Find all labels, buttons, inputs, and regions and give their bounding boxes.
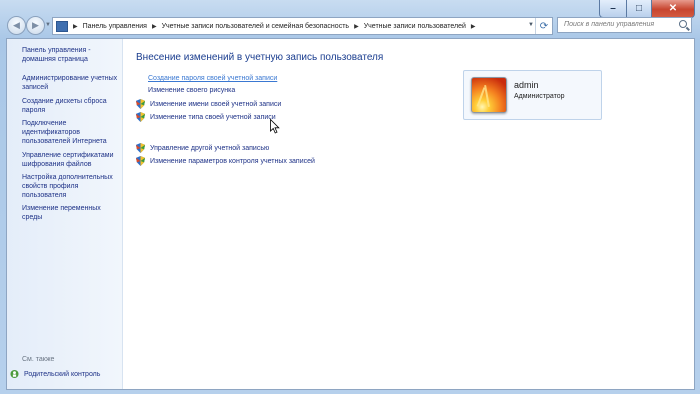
back-button[interactable]: ◀ (7, 16, 26, 35)
task-label: Создание пароля своей учетной записи (148, 75, 278, 82)
search-icon[interactable] (679, 20, 687, 28)
chevron-right-icon[interactable]: ▶ (152, 23, 157, 30)
avatar (471, 77, 507, 113)
window-frame: – □ ✕ ◀ ▶ ▼ ▶ Панель управления ▶ Учетны… (0, 0, 700, 394)
chevron-right-icon[interactable]: ▶ (354, 23, 359, 30)
sidebar-item-env-vars[interactable]: Изменение переменных среды (22, 204, 122, 222)
breadcrumb-user-accounts[interactable]: Учетные записи пользователей (364, 23, 466, 30)
control-panel-icon (56, 20, 68, 32)
refresh-icon[interactable]: ⟳ (535, 18, 552, 34)
uac-shield-icon (136, 143, 145, 153)
sidebar-item-parental-control[interactable]: Родительский контроль (10, 369, 100, 379)
arrow-right-icon: ▶ (32, 20, 39, 30)
sidebar-item-certificates[interactable]: Управление сертификатами шифрования файл… (22, 151, 122, 169)
breadcrumb-control-panel[interactable]: Панель управления (83, 23, 147, 30)
task-label: Изменение типа своей учетной записи (150, 113, 276, 121)
task-change-type[interactable]: Изменение типа своей учетной записи (136, 112, 276, 122)
sidebar-item-reset-disk[interactable]: Создание дискеты сброса пароля (22, 97, 122, 115)
navigation-bar: ◀ ▶ ▼ ▶ Панель управления ▶ Учетные запи… (4, 14, 694, 38)
search-box[interactable]: Поиск в панели управления (557, 17, 692, 33)
page-title: Внесение изменений в учетную запись поль… (136, 52, 384, 63)
main-panel: Внесение изменений в учетную запись поль… (136, 39, 694, 389)
chevron-right-icon: ▶ (73, 23, 78, 30)
uac-shield-icon (136, 112, 145, 122)
sidebar-item-manage-accounts[interactable]: Администрирование учетных записей (22, 74, 122, 92)
task-manage-other-account[interactable]: Управление другой учетной записью (136, 143, 269, 153)
recent-pages-dropdown[interactable]: ▼ (45, 22, 51, 28)
address-bar[interactable]: ▶ Панель управления ▶ Учетные записи пол… (52, 17, 553, 35)
parental-control-icon (10, 369, 19, 379)
task-create-password[interactable]: Создание пароля своей учетной записи (148, 75, 277, 82)
task-change-picture[interactable]: Изменение своего рисунка (148, 87, 235, 94)
task-label: Управление другой учетной записью (150, 144, 270, 152)
task-uac-settings[interactable]: Изменение параметров контроля учетных за… (136, 156, 315, 166)
sidebar-item-online-ids[interactable]: Подключение идентификаторов пользователе… (22, 119, 122, 146)
breadcrumb: ▶ Панель управления ▶ Учетные записи пол… (68, 23, 481, 30)
user-name: admin (514, 80, 539, 90)
address-dropdown[interactable]: ▼ (528, 22, 534, 28)
breadcrumb-accounts-family[interactable]: Учетные записи пользователей и семейная … (162, 23, 350, 30)
task-label: Изменение имени своей учетной записи (150, 100, 282, 108)
forward-button[interactable]: ▶ (26, 16, 45, 35)
user-role: Администратор (514, 93, 565, 100)
uac-shield-icon (136, 99, 145, 109)
task-label: Изменение параметров контроля учетных за… (150, 157, 315, 165)
search-placeholder: Поиск в панели управления (564, 21, 655, 28)
task-label: Изменение своего рисунка (148, 87, 236, 94)
parental-control-label: Родительский контроль (24, 370, 101, 378)
chevron-right-icon[interactable]: ▶ (471, 23, 476, 30)
sidebar: Панель управления - домашняя страница Ад… (7, 39, 123, 389)
see-also-label: См. также (22, 356, 55, 363)
uac-shield-icon (136, 156, 145, 166)
sidebar-item-home[interactable]: Панель управления - домашняя страница (22, 46, 122, 64)
content-area: Панель управления - домашняя страница Ад… (6, 38, 695, 390)
sidebar-item-profile-settings[interactable]: Настройка дополнительных свойств профиля… (22, 173, 122, 200)
mouse-cursor-icon (270, 119, 280, 134)
arrow-left-icon: ◀ (13, 20, 20, 30)
task-change-name[interactable]: Изменение имени своей учетной записи (136, 99, 281, 109)
user-card: admin Администратор (463, 70, 602, 120)
